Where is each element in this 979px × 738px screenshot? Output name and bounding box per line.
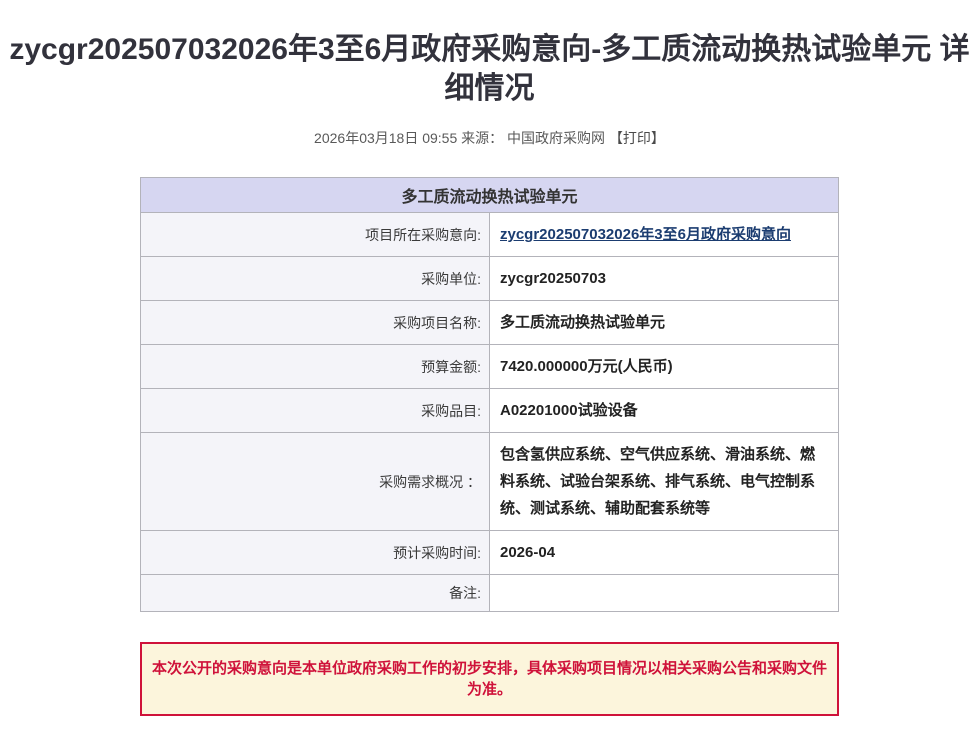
table-row: 采购品目: A02201000试验设备	[141, 389, 839, 433]
intention-link[interactable]: zycgr202507032026年3至6月政府采购意向	[500, 226, 791, 243]
row-value-remarks	[490, 575, 839, 612]
table-row: 项目所在采购意向: zycgr202507032026年3至6月政府采购意向	[141, 213, 839, 257]
table-row: 采购单位: zycgr20250703	[141, 257, 839, 301]
row-label-expected-time: 预计采购时间:	[141, 531, 490, 575]
row-value-requirements: 包含氢供应系统、空气供应系统、滑油系统、燃料系统、试验台架系统、排气系统、电气控…	[490, 433, 839, 531]
row-value-purchaser: zycgr20250703	[490, 257, 839, 301]
publish-datetime: 2026年03月18日 09:55	[314, 130, 457, 146]
print-button[interactable]: 【打印】	[609, 130, 665, 146]
row-value-category: A02201000试验设备	[490, 389, 839, 433]
row-value-intention: zycgr202507032026年3至6月政府采购意向	[490, 213, 839, 257]
table-row: 预算金额: 7420.000000万元(人民币)	[141, 345, 839, 389]
meta-line: 2026年03月18日 09:55 来源： 中国政府采购网 【打印】	[0, 128, 979, 148]
table-row: 备注:	[141, 575, 839, 612]
source-name: 中国政府采购网	[507, 130, 605, 146]
table-row: 采购项目名称: 多工质流动换热试验单元	[141, 301, 839, 345]
row-label-requirements: 采购需求概况 ：	[141, 433, 490, 531]
row-label-budget: 预算金额:	[141, 345, 490, 389]
detail-page: zycgr202507032026年3至6月政府采购意向-多工质流动换热试验单元…	[0, 0, 979, 716]
row-label-remarks: 备注:	[141, 575, 490, 612]
table-row: 预计采购时间: 2026-04	[141, 531, 839, 575]
row-label-purchaser: 采购单位:	[141, 257, 490, 301]
disclaimer-notice: 本次公开的采购意向是本单位政府采购工作的初步安排，具体采购项目情况以相关采购公告…	[140, 642, 839, 716]
table-row: 采购需求概况 ： 包含氢供应系统、空气供应系统、滑油系统、燃料系统、试验台架系统…	[141, 433, 839, 531]
procurement-detail-table: 多工质流动换热试验单元 项目所在采购意向: zycgr202507032026年…	[140, 177, 839, 612]
source-label: 来源：	[461, 130, 503, 146]
table-header-row: 多工质流动换热试验单元	[141, 178, 839, 213]
row-label-category: 采购品目:	[141, 389, 490, 433]
row-value-expected-time: 2026-04	[490, 531, 839, 575]
row-label-project-name: 采购项目名称:	[141, 301, 490, 345]
row-value-budget: 7420.000000万元(人民币)	[490, 345, 839, 389]
project-name-header: 多工质流动换热试验单元	[141, 178, 839, 213]
row-value-project-name: 多工质流动换热试验单元	[490, 301, 839, 345]
page-title: zycgr202507032026年3至6月政府采购意向-多工质流动换热试验单元…	[0, 30, 979, 108]
row-label-intention: 项目所在采购意向:	[141, 213, 490, 257]
